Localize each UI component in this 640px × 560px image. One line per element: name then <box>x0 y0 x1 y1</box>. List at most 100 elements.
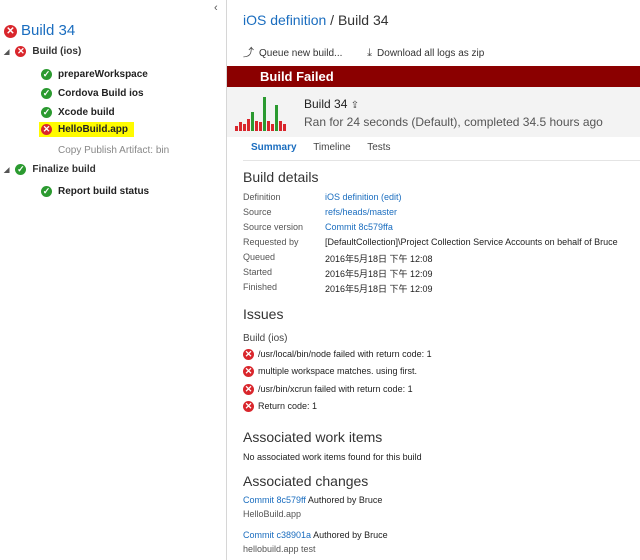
failed-icon: ✕ <box>41 124 52 135</box>
tree-node-build-ios[interactable]: ◢ ✕ Build (ios) <box>4 46 81 57</box>
issue-text: /usr/bin/xcrun failed with return code: … <box>258 384 413 394</box>
expanded-triangle-icon[interactable]: ◢ <box>4 49 9 56</box>
history-bar[interactable] <box>247 119 250 131</box>
retain-icon[interactable]: ⇪ <box>351 100 359 111</box>
tab-tests[interactable]: Tests <box>367 142 390 153</box>
summary-title-text: Build 34 <box>304 97 348 111</box>
success-icon: ✓ <box>41 107 52 118</box>
history-bar[interactable] <box>279 121 282 131</box>
tree-node-label: Copy Publish Artifact: bin <box>58 145 170 156</box>
success-icon: ✓ <box>41 186 52 197</box>
issues-group-label: Build (ios) <box>243 333 288 344</box>
tree-node-xcode-build[interactable]: ✓ Xcode build <box>41 107 115 118</box>
change-entry: Commit 8c579ff Authored by Bruce <box>243 495 382 505</box>
queue-new-build-button[interactable]: ⤴ Queue new build... <box>243 47 343 59</box>
summary-subtitle: Ran for 24 seconds (Default), completed … <box>304 115 603 129</box>
error-icon: ✕ <box>243 401 254 413</box>
tab-summary[interactable]: Summary <box>251 142 297 153</box>
breadcrumb: iOS definition / Build 34 <box>243 12 389 28</box>
tree-node-label: Cordova Build ios <box>58 88 144 100</box>
tree-node-label: HelloBuild.app <box>58 124 128 136</box>
source-version-link[interactable]: Commit 8c579ffa <box>325 222 393 232</box>
breadcrumb-separator: / <box>330 12 335 28</box>
error-icon: ✕ <box>243 366 254 378</box>
tree-node-label: Xcode build <box>58 107 115 119</box>
build-details-heading: Build details <box>243 169 319 185</box>
history-bar[interactable] <box>243 124 246 131</box>
changes-heading: Associated changes <box>243 473 369 489</box>
requested-by-value: [DefaultCollection]\Project Collection S… <box>325 237 618 247</box>
tree-node-label: Build (ios) <box>32 46 82 58</box>
finished-value: 2016年5月18日 下午 12:09 <box>325 284 433 294</box>
queue-new-build-label: Queue new build... <box>259 48 343 59</box>
history-bar[interactable] <box>259 122 262 131</box>
history-bar[interactable] <box>235 126 238 131</box>
build-failed-banner: Build Failed <box>227 66 640 87</box>
build-summary-panel: iOS definition / Build 34 ⤴ Queue new bui… <box>227 0 640 560</box>
breadcrumb-build-name: Build 34 <box>337 12 389 28</box>
work-items-heading: Associated work items <box>243 429 383 445</box>
download-logs-button[interactable]: ⤓ Download all logs as zip <box>367 47 485 59</box>
commit-message: hellobuild.app test <box>243 544 316 554</box>
history-bar[interactable] <box>275 105 278 131</box>
tab-divider <box>243 160 640 161</box>
change-entry: Commit c38901a Authored by Bruce <box>243 530 388 540</box>
download-icon: ⤓ <box>367 47 373 59</box>
tree-node-cordova-build[interactable]: ✓ Cordova Build ios <box>41 88 144 99</box>
commit-author: Authored by Bruce <box>307 495 383 505</box>
failed-icon: ✕ <box>15 46 27 57</box>
success-icon: ✓ <box>41 88 52 99</box>
failed-icon: ✕ <box>4 25 17 38</box>
tab-timeline[interactable]: Timeline <box>313 142 350 153</box>
detail-label: Source version <box>243 222 304 232</box>
tree-node-copy-publish-artifact[interactable]: Copy Publish Artifact: bin <box>58 145 169 156</box>
started-value: 2016年5月18日 下午 12:09 <box>325 269 433 279</box>
source-link[interactable]: refs/heads/master <box>325 207 397 217</box>
issue-item[interactable]: ✕ /usr/bin/xcrun failed with return code:… <box>243 384 413 396</box>
history-bar[interactable] <box>251 112 254 131</box>
history-bar[interactable] <box>255 121 258 131</box>
success-icon: ✓ <box>15 164 27 175</box>
left-build-title[interactable]: ✕ Build 34 <box>4 22 75 39</box>
build-history-chart[interactable] <box>235 97 291 131</box>
detail-label: Finished <box>243 282 278 292</box>
tree-node-prepare-workspace[interactable]: ✓ prepareWorkspace <box>41 69 148 80</box>
issue-item[interactable]: ✕ /usr/local/bin/node failed with return … <box>243 349 432 361</box>
tree-node-label: Finalize build <box>32 164 96 176</box>
issue-item[interactable]: ✕ multiple workspace matches. using first… <box>243 366 418 378</box>
tree-node-hellobuild-app[interactable]: ✕ HelloBuild.app <box>39 122 134 138</box>
history-bar[interactable] <box>283 124 286 131</box>
build-tree-panel: ‹ ✕ Build 34 ◢ ✕ Build (ios) ✓ prepareWorksp… <box>0 0 227 560</box>
summary-title: Build 34 ⇪ <box>304 97 359 111</box>
commit-message: HelloBuild.app <box>243 509 302 519</box>
definition-link[interactable]: iOS definition (edit) <box>325 192 402 202</box>
issue-text: /usr/local/bin/node failed with return c… <box>258 349 432 359</box>
history-bar[interactable] <box>263 97 266 131</box>
detail-label: Requested by <box>243 237 299 247</box>
history-bar[interactable] <box>267 121 270 131</box>
download-logs-label: Download all logs as zip <box>377 48 485 59</box>
commit-link[interactable]: Commit c38901a <box>243 530 311 540</box>
detail-label: Definition <box>243 192 281 202</box>
success-icon: ✓ <box>41 69 52 80</box>
issue-text: multiple workspace matches. using first. <box>258 366 418 376</box>
queue-build-icon: ⤴ <box>243 47 254 59</box>
collapse-panel-button[interactable]: ‹ <box>214 2 218 14</box>
tab-bar: Summary Timeline Tests <box>251 142 405 153</box>
commit-link[interactable]: Commit 8c579ff <box>243 495 306 505</box>
issue-item[interactable]: ✕ Return code: 1 <box>243 401 318 413</box>
left-build-title-text: Build 34 <box>21 22 76 39</box>
history-bar[interactable] <box>271 124 274 131</box>
expanded-triangle-icon[interactable]: ◢ <box>4 167 9 174</box>
tree-node-label: prepareWorkspace <box>58 69 148 81</box>
tree-node-report-build-status[interactable]: ✓ Report build status <box>41 186 149 197</box>
history-bar[interactable] <box>239 122 242 131</box>
detail-label: Queued <box>243 252 276 262</box>
issue-text: Return code: 1 <box>258 401 318 411</box>
error-icon: ✕ <box>243 349 254 361</box>
detail-label: Started <box>243 267 273 277</box>
tree-node-finalize-build[interactable]: ◢ ✓ Finalize build <box>4 164 96 175</box>
breadcrumb-definition-link[interactable]: iOS definition <box>243 12 326 28</box>
detail-label: Source <box>243 207 272 217</box>
tree-node-label: Report build status <box>58 186 150 198</box>
